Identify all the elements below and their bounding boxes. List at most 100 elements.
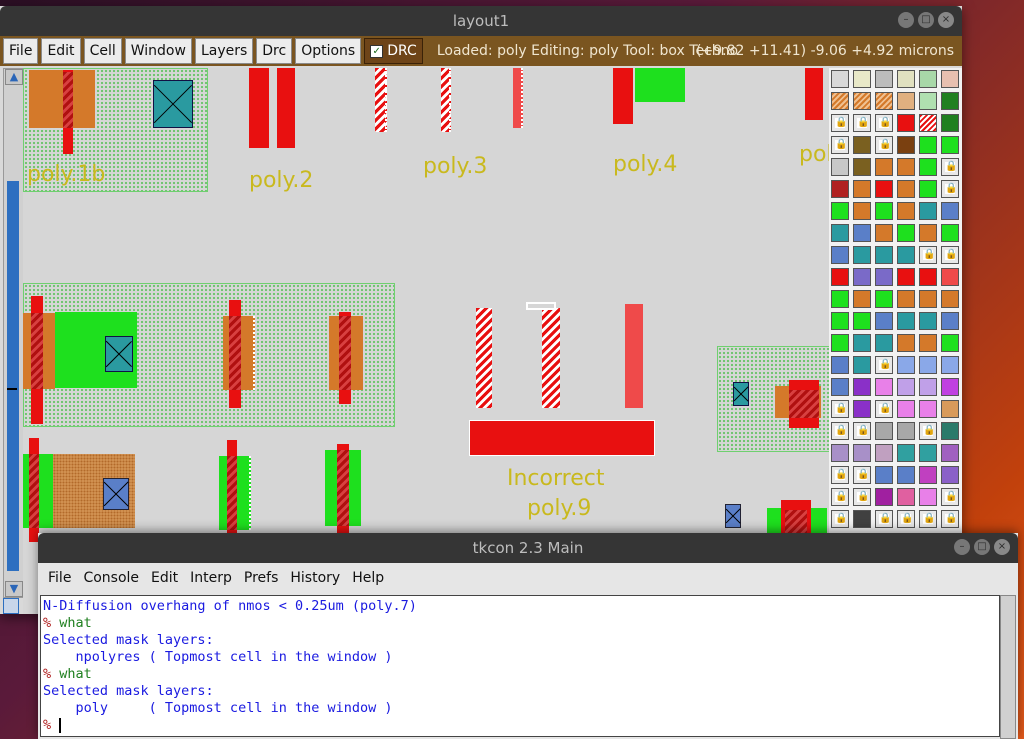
- layer-swatch[interactable]: [919, 290, 937, 308]
- layer-swatch[interactable]: [919, 92, 937, 110]
- layer-swatch[interactable]: [919, 400, 937, 418]
- layer-swatch[interactable]: [919, 312, 937, 330]
- tk-menu-file[interactable]: File: [46, 570, 73, 586]
- layer-swatch[interactable]: [853, 92, 871, 110]
- layer-swatch[interactable]: [919, 334, 937, 352]
- locked-layer-swatch[interactable]: 🔒: [919, 246, 937, 264]
- layer-swatch[interactable]: [897, 224, 915, 242]
- layer-swatch[interactable]: [897, 444, 915, 462]
- layer-swatch[interactable]: [897, 202, 915, 220]
- layer-swatch[interactable]: [941, 312, 959, 330]
- checkmark-icon[interactable]: ✓: [370, 44, 384, 58]
- locked-layer-swatch[interactable]: 🔒: [831, 488, 849, 506]
- layer-swatch[interactable]: [875, 92, 893, 110]
- layer-swatch[interactable]: [875, 180, 893, 198]
- minimize-icon[interactable]: –: [898, 12, 914, 28]
- layer-swatch[interactable]: [941, 400, 959, 418]
- layer-swatch[interactable]: [831, 202, 849, 220]
- minimize-icon[interactable]: –: [954, 539, 970, 555]
- tk-menu-edit[interactable]: Edit: [149, 570, 180, 586]
- layer-swatch[interactable]: [853, 136, 871, 154]
- layer-swatch[interactable]: [941, 422, 959, 440]
- layer-swatch[interactable]: [897, 180, 915, 198]
- maximize-icon[interactable]: □: [918, 12, 934, 28]
- locked-layer-swatch[interactable]: 🔒: [941, 246, 959, 264]
- scroll-up-icon[interactable]: ▲: [5, 69, 23, 85]
- layer-swatch[interactable]: [875, 422, 893, 440]
- layer-swatch[interactable]: [897, 246, 915, 264]
- close-icon[interactable]: ×: [938, 12, 954, 28]
- layer-swatch[interactable]: [853, 400, 871, 418]
- layer-swatch[interactable]: [853, 70, 871, 88]
- locked-layer-swatch[interactable]: 🔒: [853, 114, 871, 132]
- layer-swatch[interactable]: [941, 70, 959, 88]
- menu-options[interactable]: Options: [295, 38, 362, 64]
- layer-swatch[interactable]: [897, 114, 915, 132]
- layer-swatch[interactable]: [919, 202, 937, 220]
- console-output[interactable]: N-Diffusion overhang of nmos < 0.25um (p…: [40, 595, 1000, 737]
- tk-menu-prefs[interactable]: Prefs: [242, 570, 280, 586]
- drc-toggle-button[interactable]: ✓ DRC: [364, 38, 423, 64]
- layer-swatch[interactable]: [919, 114, 937, 132]
- layer-swatch[interactable]: [875, 488, 893, 506]
- locked-layer-swatch[interactable]: 🔒: [831, 422, 849, 440]
- layer-swatch[interactable]: [853, 202, 871, 220]
- layer-swatch[interactable]: [831, 444, 849, 462]
- layer-swatch[interactable]: [919, 224, 937, 242]
- layer-swatch[interactable]: [897, 290, 915, 308]
- locked-layer-swatch[interactable]: 🔒: [941, 158, 959, 176]
- maximize-icon[interactable]: □: [974, 539, 990, 555]
- locked-layer-swatch[interactable]: 🔒: [941, 488, 959, 506]
- layer-swatch[interactable]: [897, 422, 915, 440]
- layer-swatch[interactable]: [853, 444, 871, 462]
- menu-layers[interactable]: Layers: [194, 38, 254, 64]
- layer-swatch[interactable]: [941, 444, 959, 462]
- layer-swatch[interactable]: [853, 268, 871, 286]
- tk-menu-interp[interactable]: Interp: [188, 570, 234, 586]
- layer-swatch[interactable]: [875, 378, 893, 396]
- layer-swatch[interactable]: [831, 70, 849, 88]
- layer-swatch[interactable]: [897, 400, 915, 418]
- layer-swatch[interactable]: [919, 488, 937, 506]
- locked-layer-swatch[interactable]: 🔒: [831, 114, 849, 132]
- layer-swatch[interactable]: [919, 356, 937, 374]
- layer-swatch[interactable]: [941, 268, 959, 286]
- layer-swatch[interactable]: [853, 224, 871, 242]
- layer-swatch[interactable]: [941, 136, 959, 154]
- locked-layer-swatch[interactable]: 🔒: [831, 466, 849, 484]
- locked-layer-swatch[interactable]: 🔒: [919, 510, 937, 528]
- layer-swatch[interactable]: [897, 158, 915, 176]
- locked-layer-swatch[interactable]: 🔒: [875, 356, 893, 374]
- layer-swatch[interactable]: [831, 246, 849, 264]
- layer-swatch[interactable]: [831, 224, 849, 242]
- layout-titlebar[interactable]: layout1 – □ ×: [0, 6, 962, 36]
- locked-layer-swatch[interactable]: 🔒: [875, 136, 893, 154]
- layer-swatch[interactable]: [831, 268, 849, 286]
- locked-layer-swatch[interactable]: 🔒: [831, 400, 849, 418]
- layer-swatch[interactable]: [875, 70, 893, 88]
- layer-swatch[interactable]: [941, 92, 959, 110]
- layer-swatch[interactable]: [875, 334, 893, 352]
- layer-swatch[interactable]: [919, 180, 937, 198]
- tk-menu-history[interactable]: History: [288, 570, 342, 586]
- layer-swatch[interactable]: [941, 466, 959, 484]
- layer-swatch[interactable]: [875, 268, 893, 286]
- layer-swatch[interactable]: [897, 488, 915, 506]
- layer-swatch[interactable]: [875, 224, 893, 242]
- locked-layer-swatch[interactable]: 🔒: [941, 180, 959, 198]
- layer-swatch[interactable]: [897, 466, 915, 484]
- locked-layer-swatch[interactable]: 🔒: [831, 136, 849, 154]
- layer-swatch[interactable]: [875, 158, 893, 176]
- layer-swatch[interactable]: [853, 510, 871, 528]
- layer-swatch[interactable]: [919, 268, 937, 286]
- layer-swatch[interactable]: [919, 70, 937, 88]
- selection-box[interactable]: [526, 302, 556, 310]
- scroll-down-icon[interactable]: ▼: [5, 581, 23, 597]
- vertical-scrollbar[interactable]: ▲ ▼: [3, 68, 25, 598]
- layer-swatch[interactable]: [853, 334, 871, 352]
- console-scrollbar[interactable]: [1000, 595, 1016, 739]
- menu-drc[interactable]: Drc: [256, 38, 293, 64]
- layer-swatch[interactable]: [831, 180, 849, 198]
- layer-swatch[interactable]: [897, 356, 915, 374]
- locked-layer-swatch[interactable]: 🔒: [875, 400, 893, 418]
